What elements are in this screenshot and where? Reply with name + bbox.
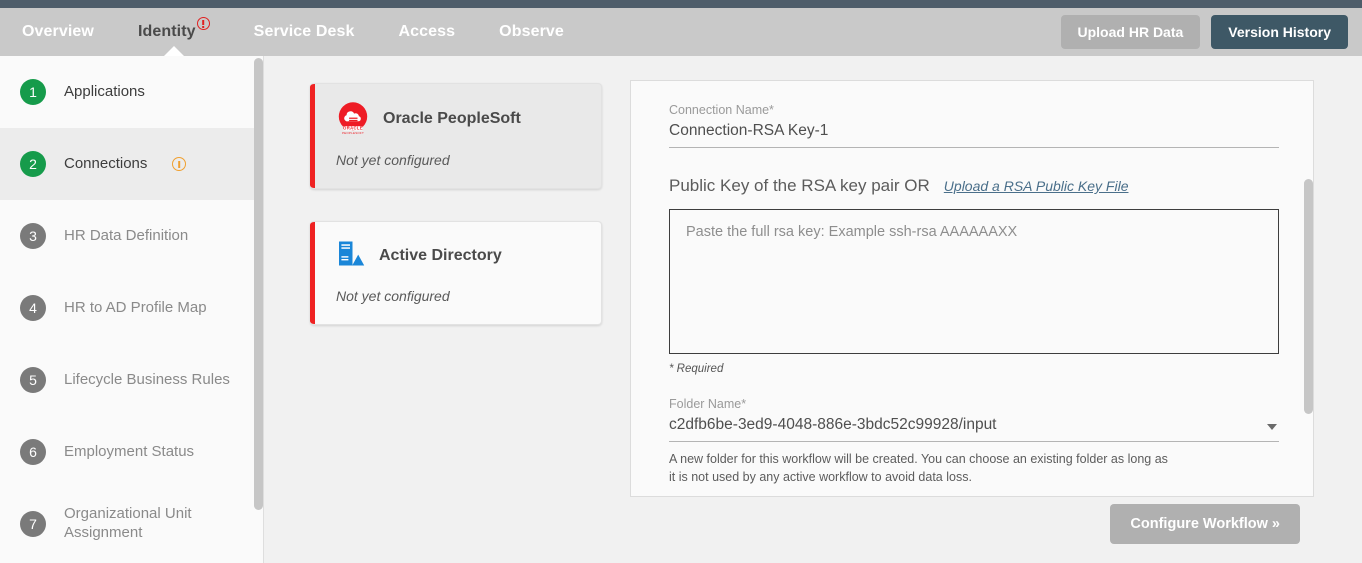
navbar-actions: Upload HR Data Version History [1060,15,1348,49]
top-accent-strip [0,0,1362,8]
nav-tab-identity[interactable]: Identity [116,8,232,57]
connection-name-label: Connection Name* [669,103,774,117]
nav-tab-label: Service Desk [253,23,355,40]
connection-name-input[interactable] [669,121,1279,148]
sidebar-item-label: Organizational Unit Assignment [64,505,192,541]
public-key-section-title: Public Key of the RSA key pair OR [669,176,930,195]
step-number-badge: 1 [20,79,46,105]
step-number-badge: 3 [20,223,46,249]
sidebar-item-employment-status[interactable]: 6 Employment Status [0,416,263,488]
main-content: ORACLE PEOPLESOFT Oracle PeopleSoft Not … [264,56,1362,563]
nav-tab-label: Overview [22,23,94,40]
upload-hr-data-button[interactable]: Upload HR Data [1060,15,1201,49]
primary-navbar: Overview Identity Service Desk Access Ob… [0,8,1362,57]
card-title: Active Directory [379,247,502,264]
svg-text:ORACLE: ORACLE [343,126,363,131]
sidebar-item-label: Connections [64,154,148,172]
public-key-textarea[interactable] [669,209,1279,354]
connection-name-field-group: Connection Name* [669,103,1279,148]
configure-workflow-button[interactable]: Configure Workflow » [1110,504,1300,544]
connection-form-panel: Connection Name* Public Key of the RSA k… [630,80,1314,497]
sidebar-item-lifecycle-business-rules[interactable]: 5 Lifecycle Business Rules [0,344,263,416]
workspace: 1 Applications 2 Connections 3 HR Data D… [0,56,1362,563]
card-status: Not yet configured [336,152,450,168]
nav-tab-label: Observe [499,23,564,40]
sidebar-item-hr-data-definition[interactable]: 3 HR Data Definition [0,200,263,272]
card-status: Not yet configured [336,288,450,304]
nav-tab-access[interactable]: Access [377,8,478,56]
sidebar-scrollbar-thumb[interactable] [254,58,263,510]
step-number-badge: 4 [20,295,46,321]
nav-tab-label: Access [398,23,456,40]
nav-tab-label: Identity [137,23,196,40]
version-history-button[interactable]: Version History [1211,15,1348,49]
sidebar-item-label: Applications [64,82,145,100]
warning-icon [196,17,210,30]
card-header: Active Directory [336,240,583,272]
step-number-badge: 2 [20,151,46,177]
sidebar-item-connections[interactable]: 2 Connections [0,128,263,200]
sidebar-item-label: HR to AD Profile Map [64,298,207,316]
folder-name-field-group: Folder Name* [669,397,1279,442]
nav-tab-service-desk[interactable]: Service Desk [232,8,377,56]
sidebar-item-label: Employment Status [64,442,195,460]
connection-card-list: ORACLE PEOPLESOFT Oracle PeopleSoft Not … [310,80,602,563]
active-directory-icon [339,241,365,266]
sidebar-item-label: Lifecycle Business Rules [64,370,230,388]
sidebar-item-applications[interactable]: 1 Applications [0,56,263,128]
folder-name-select[interactable] [669,415,1279,442]
wizard-sidebar: 1 Applications 2 Connections 3 HR Data D… [0,56,264,563]
form-panel-scrollbar[interactable] [1304,81,1313,496]
nav-tab-observe[interactable]: Observe [477,8,586,56]
form-panel-scrollbar-thumb[interactable] [1304,179,1313,414]
folder-name-label: Folder Name* [669,397,747,411]
sidebar-scrollbar[interactable] [254,58,263,510]
sidebar-item-organizational-unit-assignment[interactable]: 7 Organizational Unit Assignment [0,488,263,560]
svg-text:PEOPLESOFT: PEOPLESOFT [342,131,364,135]
footer-actions: Configure Workflow » [1110,504,1300,544]
warning-icon [172,157,187,171]
nav-tab-overview[interactable]: Overview [0,8,116,56]
step-number-badge: 6 [20,439,46,465]
folder-name-helper-text: A new folder for this workflow will be c… [669,452,1168,485]
required-note: * Required [669,363,724,375]
card-title: Oracle PeopleSoft [383,110,521,127]
step-number-badge: 7 [20,511,46,537]
upload-rsa-public-key-file-link[interactable]: Upload a RSA Public Key File [944,178,1129,194]
sidebar-item-label: HR Data Definition [64,226,189,244]
nav-tab-list: Overview Identity Service Desk Access Ob… [0,8,586,57]
public-key-section-header: Public Key of the RSA key pair OR Upload… [669,176,1279,196]
sidebar-item-hr-to-ad-profile-map[interactable]: 4 HR to AD Profile Map [0,272,263,344]
card-header: ORACLE PEOPLESOFT Oracle PeopleSoft [336,102,583,136]
connection-card-active-directory[interactable]: Active Directory Not yet configured [310,221,602,325]
connection-card-oracle-peoplesoft[interactable]: ORACLE PEOPLESOFT Oracle PeopleSoft Not … [310,83,602,189]
step-number-badge: 5 [20,367,46,393]
oracle-peoplesoft-icon: ORACLE PEOPLESOFT [338,102,368,135]
